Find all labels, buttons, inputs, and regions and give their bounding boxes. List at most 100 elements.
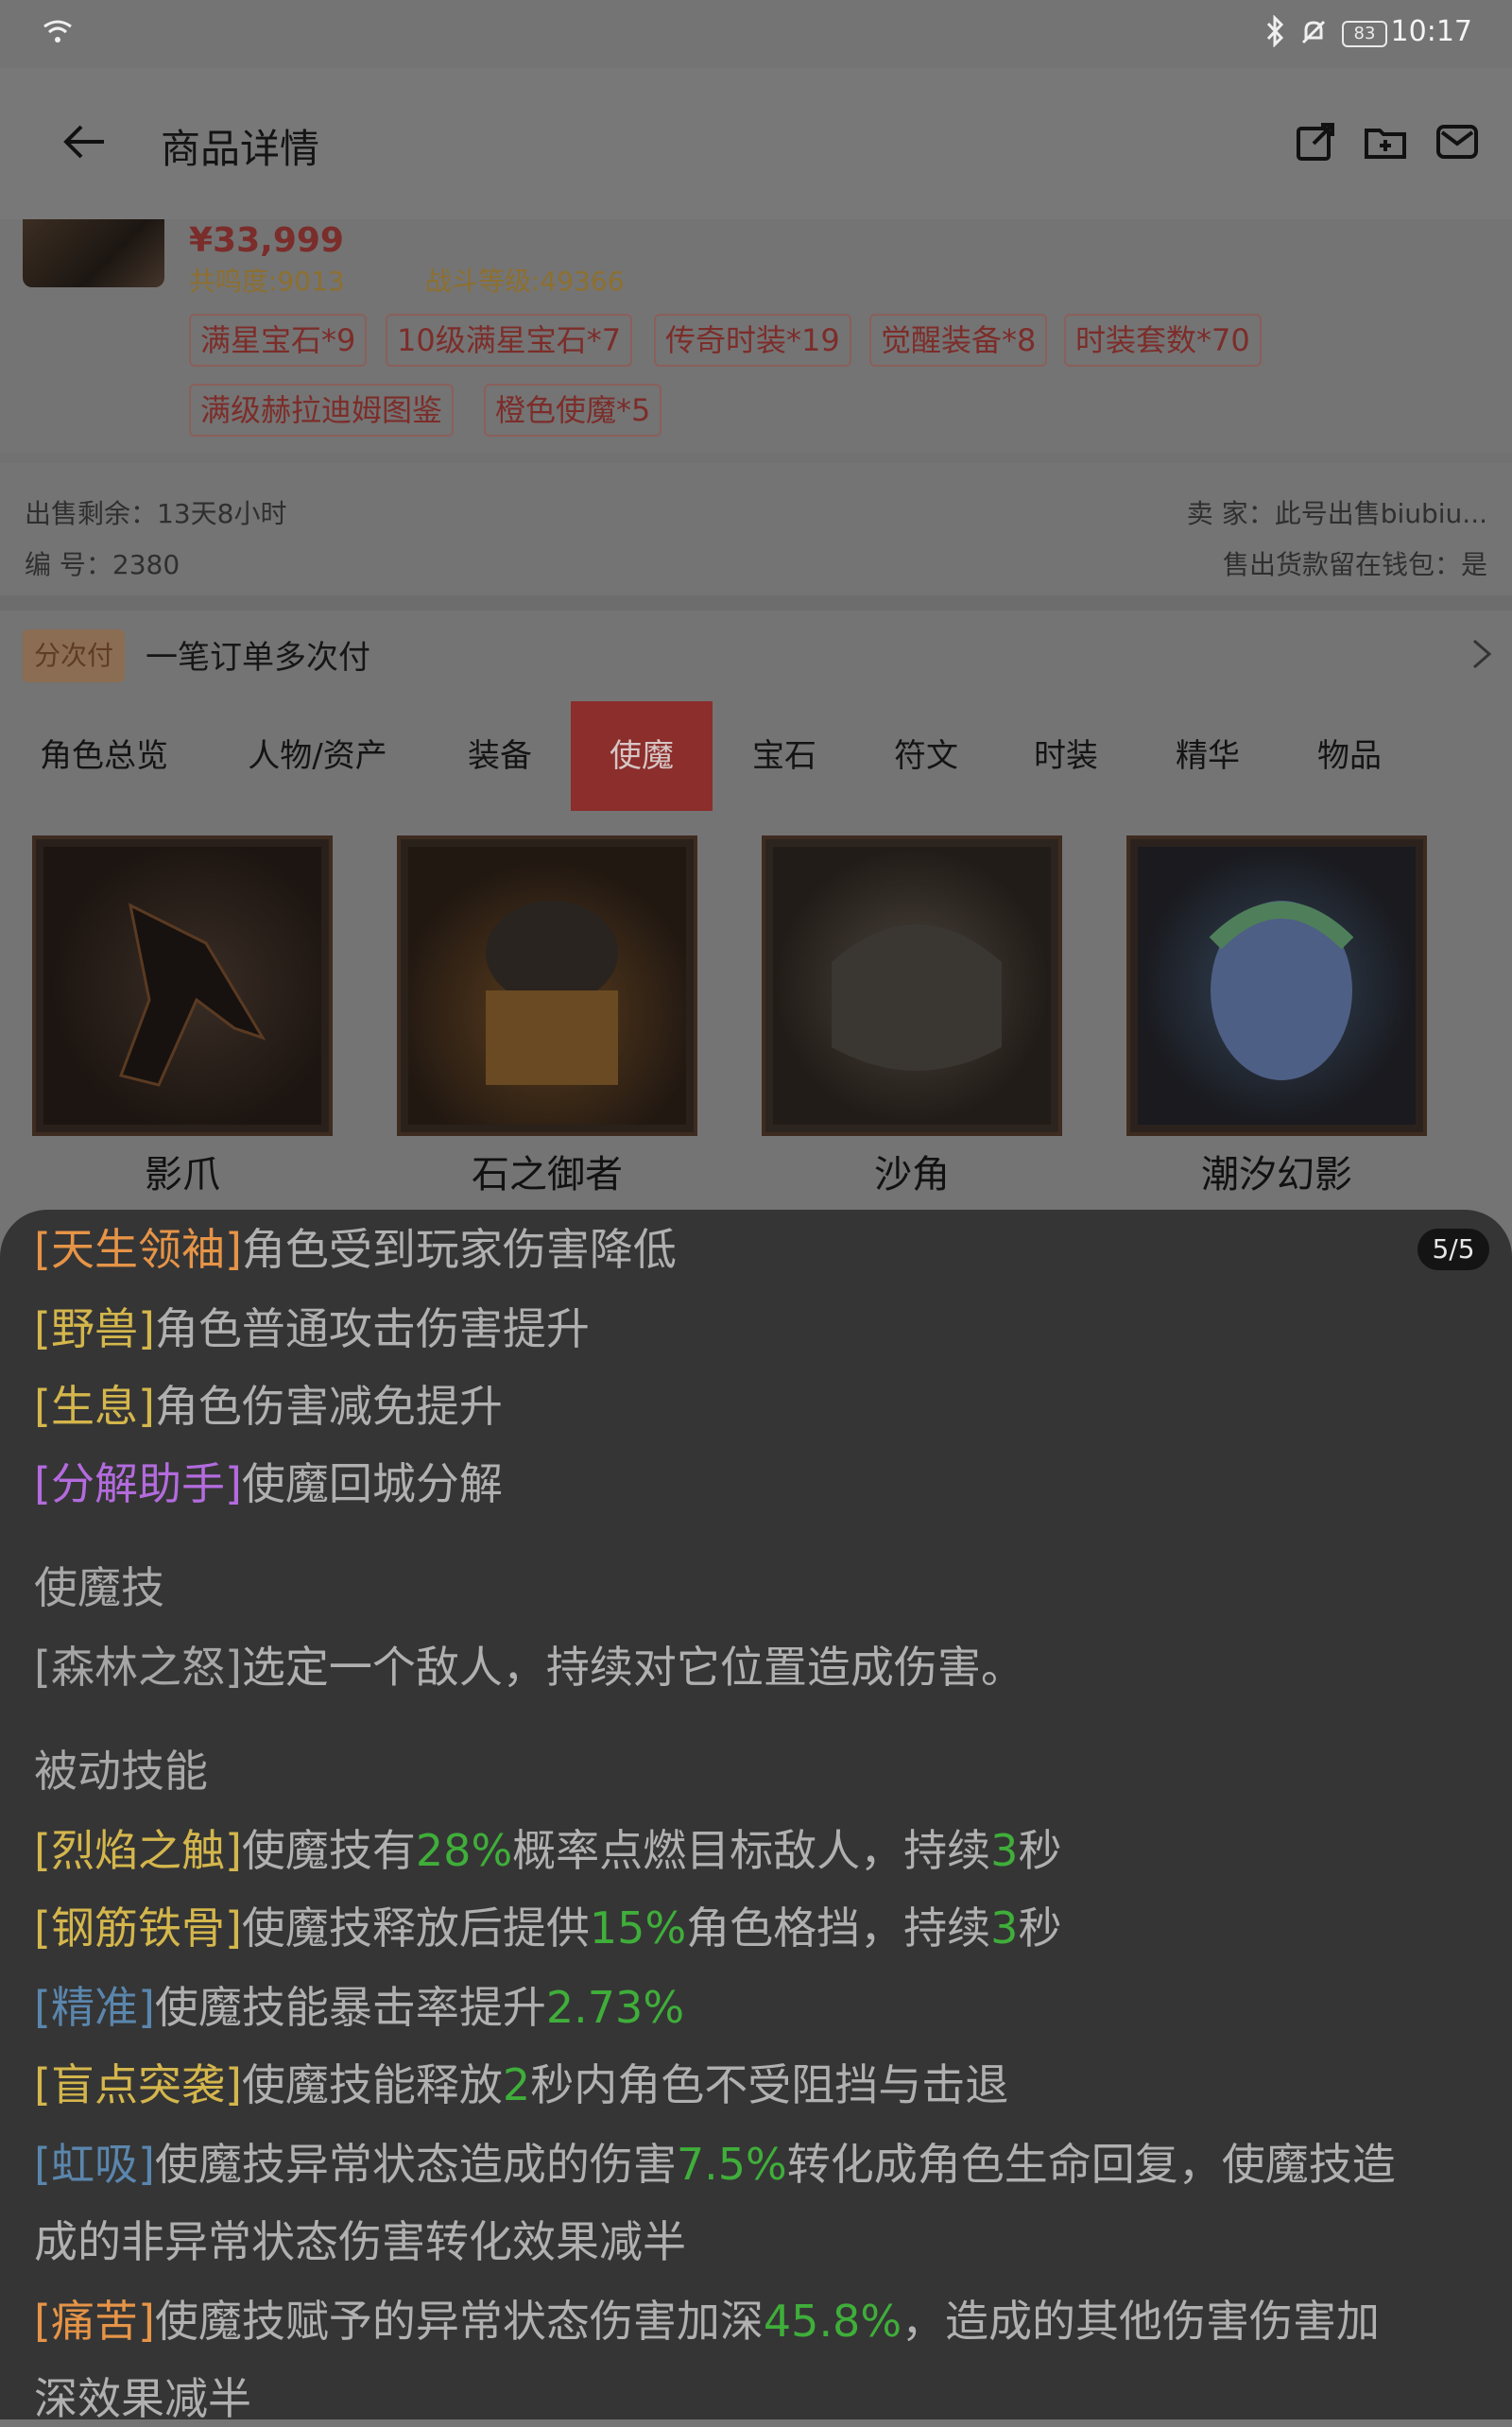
clock: 10:17 bbox=[1390, 15, 1472, 48]
tab-equipment[interactable]: 装备 bbox=[438, 701, 561, 811]
trait-name: [天生领袖] bbox=[34, 1224, 242, 1275]
seller-info[interactable]: 卖 家：此号出售biubiu... bbox=[1187, 493, 1487, 531]
tab-gems[interactable]: 宝石 bbox=[728, 701, 841, 811]
trait-desc: 使魔回城分解 bbox=[241, 1458, 503, 1509]
familiar-portrait bbox=[119, 903, 266, 1087]
installment-row[interactable]: 分次付 一笔订单多次付 bbox=[0, 611, 1512, 701]
tab-overview[interactable]: 角色总览 bbox=[19, 701, 189, 811]
mute-bell-icon bbox=[1301, 20, 1326, 44]
folder-add-icon[interactable] bbox=[1363, 119, 1408, 164]
wallet-info: 售出货款留在钱包：是 bbox=[1222, 549, 1487, 580]
passive-line: [精准]使魔技能暴击率提升2.73% bbox=[34, 1973, 684, 2036]
trait-line: [分解助手]使魔回城分解 bbox=[34, 1450, 503, 1512]
passive-value: 2 bbox=[502, 2059, 531, 2110]
bluetooth-icon bbox=[1266, 15, 1284, 47]
passive-text: 使魔技赋予的异常状态伤害加深 bbox=[154, 2296, 764, 2347]
passive-name: [盲点突袭] bbox=[34, 2059, 242, 2110]
passive-line: [虹吸]使魔技异常状态造成的伤害7.5%转化成角色生命回复，使魔技造 bbox=[34, 2130, 1396, 2193]
passive-value: 45.8% bbox=[763, 2296, 902, 2347]
back-arrow-icon[interactable] bbox=[59, 119, 112, 164]
tab-cosmetics[interactable]: 时装 bbox=[1009, 701, 1123, 811]
tab-familiars[interactable]: 使魔 bbox=[571, 701, 713, 811]
passive-line: [烈焰之触]使魔技有28%概率点燃目标敌人，持续3秒 bbox=[34, 1816, 1061, 1879]
passive-text: 概率点燃目标敌人，持续 bbox=[512, 1825, 991, 1876]
feature-tag: 10级满星宝石*7 bbox=[386, 314, 633, 367]
skill-desc: 选定一个敌人，持续对它位置造成伤害。 bbox=[241, 1642, 1024, 1693]
character-thumbnail[interactable] bbox=[23, 219, 164, 287]
passive-name: [钢筋铁骨] bbox=[34, 1902, 242, 1954]
familiar-name: 沙角 bbox=[874, 1153, 950, 1196]
trait-name: [生息] bbox=[34, 1381, 155, 1432]
passive-line: [痛苦]使魔技赋予的异常状态伤害加深45.8%，造成的其他伤害伤害加 bbox=[34, 2287, 1380, 2350]
combat-level-stat: 战斗等级:49366 bbox=[425, 266, 625, 297]
passive-text: 使魔技异常状态造成的伤害 bbox=[154, 2139, 677, 2190]
familiar-card[interactable] bbox=[397, 835, 697, 1136]
skill-line: [森林之怒]选定一个敌人，持续对它位置造成伤害。 bbox=[34, 1633, 1024, 1695]
passive-value: 2.73% bbox=[545, 1982, 685, 2033]
tab-items[interactable]: 物品 bbox=[1293, 701, 1406, 811]
passive-text: 秒 bbox=[1018, 1825, 1062, 1876]
passive-value: 3 bbox=[990, 1825, 1019, 1876]
chevron-right-icon bbox=[1473, 639, 1492, 669]
trait-line: [天生领袖]角色受到玩家伤害降低 bbox=[34, 1215, 677, 1278]
passive-text: 使魔技能暴击率提升 bbox=[154, 1982, 546, 2033]
passive-line-continued: 深效果减半 bbox=[34, 2365, 251, 2427]
feature-tag: 时装套数*70 bbox=[1064, 314, 1262, 367]
passive-line-continued: 成的非异常状态伤害转化效果减半 bbox=[34, 2208, 686, 2270]
trait-desc: 角色受到玩家伤害降低 bbox=[241, 1224, 677, 1275]
passive-value: 28% bbox=[415, 1825, 513, 1876]
share-icon[interactable] bbox=[1293, 119, 1338, 164]
passive-name: [痛苦] bbox=[34, 2296, 155, 2347]
passive-text: 使魔技释放后提供 bbox=[241, 1902, 590, 1954]
passive-value: 3 bbox=[990, 1902, 1019, 1954]
passive-text: 转化成角色生命回复，使魔技造 bbox=[786, 2139, 1396, 2190]
familiar-detail-sheet: 5/5 [天生领袖]角色受到玩家伤害降低 [野兽]角色普通攻击伤害提升 [生息]… bbox=[0, 1210, 1512, 2424]
passive-text: 使魔技有 bbox=[241, 1825, 416, 1876]
passive-value: 15% bbox=[589, 1902, 687, 1954]
passive-name: [虹吸] bbox=[34, 2139, 155, 2190]
product-info: ¥33,999 共鸣度:9013 战斗等级:49366 满星宝石*9 10级满星… bbox=[0, 219, 1512, 595]
passive-heading: 被动技能 bbox=[34, 1746, 208, 1797]
tab-runes[interactable]: 符文 bbox=[869, 701, 983, 811]
familiar-card[interactable] bbox=[762, 835, 1062, 1136]
passive-text: 角色格挡，持续 bbox=[686, 1902, 991, 1954]
tab-essence[interactable]: 精华 bbox=[1151, 701, 1264, 811]
feature-tag: 橙色使魔*5 bbox=[484, 384, 662, 437]
familiar-card[interactable] bbox=[32, 835, 333, 1136]
page-indicator: 5/5 bbox=[1418, 1229, 1489, 1270]
divider bbox=[0, 595, 1512, 611]
skill-name: [森林之怒] bbox=[34, 1642, 242, 1693]
trait-name: [分解助手] bbox=[34, 1458, 242, 1509]
familiar-card[interactable] bbox=[1126, 835, 1427, 1136]
trait-line: [野兽]角色普通攻击伤害提升 bbox=[34, 1295, 590, 1357]
status-bar: 83 10:17 bbox=[0, 0, 1512, 68]
passive-name: [烈焰之触] bbox=[34, 1825, 242, 1876]
passive-text: 使魔技能释放 bbox=[241, 2059, 503, 2110]
listing-id: 编 号：2380 bbox=[25, 549, 180, 580]
wifi-icon bbox=[43, 20, 72, 43]
feature-tag: 觉醒装备*8 bbox=[869, 314, 1048, 367]
passive-text: ，造成的其他伤害伤害加 bbox=[902, 2296, 1381, 2347]
familiar-name: 潮汐幻影 bbox=[1201, 1153, 1352, 1196]
trait-line: [生息]角色伤害减免提升 bbox=[34, 1372, 503, 1435]
passive-value: 7.5% bbox=[676, 2139, 787, 2190]
installment-badge: 分次付 bbox=[23, 629, 126, 682]
message-icon[interactable] bbox=[1435, 119, 1480, 164]
familiar-name: 影爪 bbox=[145, 1153, 220, 1196]
passive-line: [盲点突袭]使魔技能释放2秒内角色不受阻挡与击退 bbox=[34, 2051, 1008, 2113]
price: ¥33,999 bbox=[189, 221, 344, 260]
battery-indicator: 83 bbox=[1342, 21, 1387, 47]
passive-name: [精准] bbox=[34, 1982, 155, 2033]
passive-text: 秒内角色不受阻挡与击退 bbox=[530, 2059, 1009, 2110]
passive-text: 成的非异常状态伤害转化效果减半 bbox=[34, 2216, 686, 2267]
trait-desc: 角色伤害减免提升 bbox=[154, 1381, 503, 1432]
familiar-portrait bbox=[486, 901, 618, 1085]
divider bbox=[0, 454, 1512, 463]
passive-text: 深效果减半 bbox=[34, 2373, 251, 2424]
feature-tag: 满级赫拉迪姆图鉴 bbox=[189, 384, 455, 437]
tab-assets[interactable]: 人物/资产 bbox=[232, 701, 403, 811]
feature-tag: 满星宝石*9 bbox=[189, 314, 368, 367]
passive-line: [钢筋铁骨]使魔技释放后提供15%角色格挡，持续3秒 bbox=[34, 1894, 1061, 1956]
trait-desc: 角色普通攻击伤害提升 bbox=[154, 1303, 590, 1354]
app-bar: 商品详情 bbox=[0, 68, 1512, 219]
